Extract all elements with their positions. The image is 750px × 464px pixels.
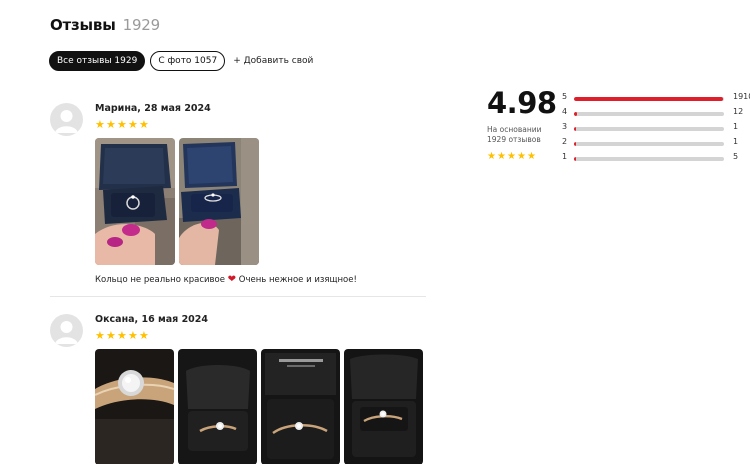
- rating-bar-stars: 4: [562, 107, 568, 116]
- rating-bar-row[interactable]: 1 5: [562, 152, 750, 167]
- heart-icon: ❤: [227, 274, 237, 285]
- review-item: Оксана, 16 мая 2024 ★ ★ ★ ★ ★: [50, 314, 426, 464]
- summary-stars: ★ ★ ★ ★ ★: [487, 152, 536, 162]
- review-author-date: Марина, 28 мая 2024: [95, 103, 211, 114]
- star-icon: ★: [497, 151, 506, 162]
- rating-bar-count: 1910: [733, 92, 750, 101]
- star-icon: ★: [139, 118, 149, 131]
- avatar: [50, 103, 83, 136]
- avatar: [50, 314, 83, 347]
- star-icon: ★: [117, 118, 127, 131]
- rating-bar-fill: [574, 127, 577, 131]
- star-icon: ★: [95, 329, 105, 342]
- star-icon: ★: [507, 151, 516, 162]
- review-photo-ring-in-box[interactable]: [179, 138, 259, 265]
- review-divider: [50, 296, 426, 297]
- rating-bar-track: [574, 127, 724, 131]
- filter-all-reviews-button[interactable]: Все отзывы 1929: [49, 51, 146, 71]
- review-photo-ring-in-box[interactable]: [344, 349, 423, 464]
- star-icon: ★: [106, 118, 116, 131]
- review-rating: ★ ★ ★ ★ ★: [95, 118, 149, 131]
- review-item: Марина, 28 мая 2024 ★ ★ ★ ★ ★ Кольцо не …: [50, 103, 426, 298]
- rating-bar-fill: [574, 142, 577, 146]
- star-icon: ★: [95, 118, 105, 131]
- rating-bar-track: [574, 142, 724, 146]
- review-rating: ★ ★ ★ ★ ★: [95, 329, 149, 342]
- filter-with-photo-button[interactable]: С фото 1057: [150, 51, 226, 71]
- rating-bar-row[interactable]: 2 1: [562, 137, 750, 152]
- rating-basis-text: На основании 1929 отзывов: [487, 125, 542, 144]
- add-review-link[interactable]: + Добавить свой: [233, 56, 313, 66]
- rating-distribution: 5 1910 4 12 3 1 2 1 1 5: [562, 92, 750, 167]
- star-icon: ★: [128, 329, 138, 342]
- rating-bar-row[interactable]: 4 12: [562, 107, 750, 122]
- review-count: 1929: [122, 16, 161, 34]
- rating-bar-row[interactable]: 5 1910: [562, 92, 750, 107]
- review-filters: Все отзывы 1929 С фото 1057 + Добавить с…: [49, 51, 313, 71]
- rating-summary: 4.98 На основании 1929 отзывов ★ ★ ★ ★ ★: [487, 86, 557, 162]
- rating-bar-stars: 3: [562, 122, 568, 131]
- star-icon: ★: [128, 118, 138, 131]
- rating-bar-track: [574, 97, 724, 101]
- star-icon: ★: [139, 329, 149, 342]
- star-icon: ★: [106, 329, 116, 342]
- rating-bar-row[interactable]: 3 1: [562, 122, 750, 137]
- review-photo-ring-in-box[interactable]: [95, 138, 175, 265]
- page-title-text: Отзывы: [50, 16, 116, 34]
- rating-bar-fill: [574, 157, 577, 161]
- rating-bar-count: 1: [733, 137, 739, 146]
- rating-bar-count: 12: [733, 107, 744, 116]
- review-photo-ring-closeup[interactable]: [95, 349, 174, 464]
- review-photo-ring-in-box[interactable]: [261, 349, 340, 464]
- rating-bar-fill: [574, 112, 577, 116]
- rating-bar-count: 1: [733, 122, 739, 131]
- average-rating: 4.98: [487, 86, 557, 120]
- star-icon: ★: [487, 151, 496, 162]
- star-icon: ★: [517, 151, 526, 162]
- star-icon: ★: [117, 329, 127, 342]
- review-photo-ring-in-box[interactable]: [178, 349, 257, 464]
- star-icon: ★: [527, 151, 536, 162]
- rating-bar-track: [574, 112, 724, 116]
- page-title: Отзывы 1929: [50, 16, 160, 34]
- review-text: Кольцо не реально красивое ❤ Очень нежно…: [95, 274, 357, 285]
- rating-bar-count: 5: [733, 152, 739, 161]
- rating-bar-fill: [574, 97, 723, 101]
- review-photos: [95, 349, 423, 464]
- rating-bar-stars: 1: [562, 152, 568, 161]
- rating-bar-track: [574, 157, 724, 161]
- review-text-part: Кольцо не реально красивое: [95, 275, 225, 285]
- rating-bar-stars: 2: [562, 137, 568, 146]
- review-author-date: Оксана, 16 мая 2024: [95, 314, 209, 325]
- review-text-part: Очень нежное и изящное!: [238, 275, 357, 285]
- rating-bar-stars: 5: [562, 92, 568, 101]
- review-photos: [95, 138, 259, 265]
